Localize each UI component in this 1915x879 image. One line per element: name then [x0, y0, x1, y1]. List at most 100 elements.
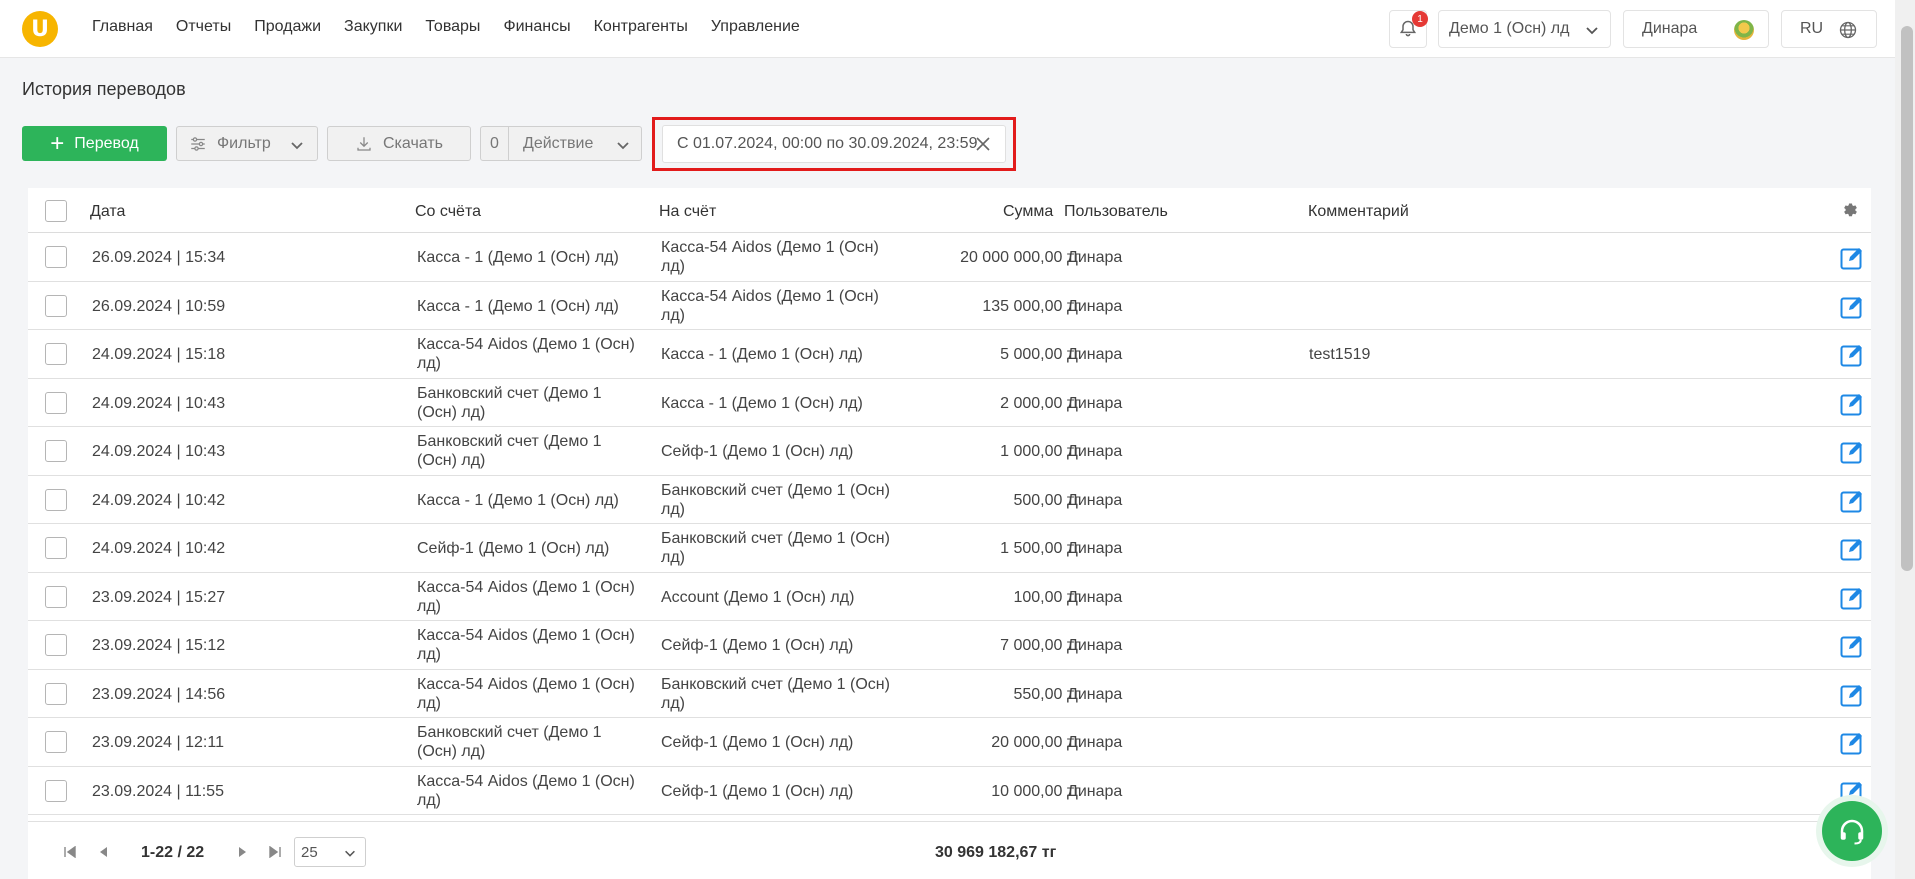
- nav-item-contractors[interactable]: Контрагенты: [594, 18, 688, 36]
- cell-date: 24.09.2024 | 15:18: [92, 346, 226, 363]
- cell-user: Динара: [1067, 443, 1123, 460]
- table-row[interactable]: 23.09.2024 | 11:55 Касса-54 Aidos (Демо 1…: [28, 767, 1871, 815]
- row-checkbox[interactable]: [45, 391, 67, 414]
- logo-letter: U: [31, 16, 49, 42]
- table-row[interactable]: 24.09.2024 | 15:18 Касса-54 Aidos (Демо 1…: [28, 330, 1871, 379]
- edit-icon[interactable]: [1840, 586, 1864, 610]
- last-page-icon[interactable]: [268, 846, 282, 858]
- column-header-from[interactable]: Со счёта: [415, 203, 481, 221]
- edit-icon[interactable]: [1840, 440, 1864, 464]
- logo[interactable]: U: [22, 11, 58, 47]
- cell-from-account: Сейф-1 (Демо 1 (Осн) лд): [417, 540, 610, 557]
- nav-item-home[interactable]: Главная: [92, 18, 153, 36]
- transfers-table: Дата Со счёта На счёт Сумма Пользователь…: [28, 188, 1871, 879]
- row-checkbox[interactable]: [45, 440, 67, 462]
- nav-item-finance[interactable]: Финансы: [503, 18, 570, 36]
- cell-from-account: Касса - 1 (Демо 1 (Осн) лд): [417, 249, 619, 266]
- cell-user: Динара: [1067, 782, 1123, 800]
- company-label: Демо 1 (Осн) лд: [1449, 20, 1570, 37]
- selected-count: 0: [481, 127, 509, 160]
- nav-item-management[interactable]: Управление: [711, 18, 800, 36]
- prev-page-icon[interactable]: [98, 846, 108, 858]
- cell-user: Динара: [1067, 394, 1123, 412]
- cell-user: Динара: [1067, 491, 1123, 509]
- nav-item-products[interactable]: Товары: [425, 18, 480, 36]
- cell-sum: 100,00 тг: [1013, 588, 1080, 606]
- row-checkbox[interactable]: [45, 634, 67, 656]
- cell-sum: 5 000,00 тг: [1000, 346, 1080, 363]
- download-button[interactable]: Скачать: [327, 126, 471, 161]
- table-row[interactable]: 24.09.2024 | 10:43 Банковский счет (Демо …: [28, 427, 1871, 476]
- row-checkbox[interactable]: [45, 537, 67, 559]
- first-page-icon[interactable]: [63, 846, 77, 858]
- filter-button[interactable]: Фильтр: [176, 126, 318, 161]
- date-range-filter[interactable]: С 01.07.2024, 00:00 по 30.09.2024, 23:59: [662, 125, 1006, 163]
- cell-sum: 500,00 тг: [1013, 491, 1080, 509]
- table-row[interactable]: 24.09.2024 | 10:42 Касса - 1 (Демо 1 (Осн…: [28, 476, 1871, 524]
- row-checkbox[interactable]: [45, 682, 67, 705]
- next-page-icon[interactable]: [238, 846, 248, 858]
- edit-icon[interactable]: [1840, 537, 1864, 561]
- cell-sum: 7 000,00 тг: [1000, 637, 1080, 654]
- column-header-date[interactable]: Дата: [90, 203, 125, 221]
- edit-icon[interactable]: [1840, 343, 1864, 367]
- avatar: [1734, 20, 1754, 40]
- user-menu[interactable]: Динара: [1623, 10, 1769, 48]
- cell-date: 23.09.2024 | 14:56: [92, 685, 226, 703]
- company-selector[interactable]: Демо 1 (Осн) лд: [1438, 10, 1611, 48]
- globe-icon: [1839, 21, 1857, 39]
- language-selector[interactable]: RU: [1781, 10, 1877, 48]
- cell-date: 23.09.2024 | 12:11: [92, 734, 224, 751]
- gear-icon[interactable]: [1840, 199, 1858, 217]
- row-checkbox[interactable]: [45, 585, 67, 608]
- scrollbar-thumb[interactable]: [1901, 26, 1913, 571]
- select-all-checkbox[interactable]: [45, 200, 67, 222]
- cell-from-account: Касса-54 Aidos (Демо 1 (Осн) лд): [417, 336, 635, 372]
- edit-icon[interactable]: [1840, 683, 1864, 707]
- table-row[interactable]: 23.09.2024 | 15:27 Касса-54 Aidos (Демо 1…: [28, 573, 1871, 621]
- edit-icon[interactable]: [1840, 780, 1864, 804]
- column-header-to[interactable]: На счёт: [659, 203, 716, 221]
- table-row[interactable]: 26.09.2024 | 15:34 Касса - 1 (Демо 1 (Осн…: [28, 233, 1871, 282]
- add-transfer-label: Перевод: [74, 134, 139, 152]
- action-dropdown[interactable]: 0 Действие: [480, 126, 642, 161]
- row-checkbox[interactable]: [45, 779, 67, 802]
- column-header-user[interactable]: Пользователь: [1064, 203, 1168, 221]
- row-checkbox[interactable]: [45, 731, 67, 753]
- total-sum: 30 969 182,67 тг: [935, 844, 1057, 861]
- page-size-select[interactable]: 25: [294, 837, 366, 867]
- nav-item-sales[interactable]: Продажи: [254, 18, 321, 36]
- edit-icon[interactable]: [1840, 731, 1864, 755]
- download-icon: [357, 136, 371, 151]
- nav-item-purchases[interactable]: Закупки: [344, 18, 402, 36]
- cell-date: 24.09.2024 | 10:43: [92, 443, 226, 460]
- table-row[interactable]: 24.09.2024 | 10:43 Банковский счет (Демо …: [28, 379, 1871, 427]
- notifications-button[interactable]: 1: [1389, 10, 1428, 48]
- table-row[interactable]: 23.09.2024 | 12:11 Банковский счет (Демо …: [28, 718, 1871, 767]
- cell-user: Динара: [1067, 637, 1123, 654]
- cell-date: 23.09.2024 | 11:55: [92, 782, 224, 800]
- close-icon[interactable]: [975, 136, 991, 152]
- column-header-comment[interactable]: Комментарий: [1308, 203, 1409, 221]
- row-checkbox[interactable]: [45, 488, 67, 511]
- column-header-sum[interactable]: Сумма: [1003, 203, 1053, 221]
- edit-icon[interactable]: [1840, 246, 1864, 270]
- row-checkbox[interactable]: [45, 246, 67, 268]
- nav-item-reports[interactable]: Отчеты: [176, 18, 231, 36]
- add-transfer-button[interactable]: + Перевод: [22, 126, 167, 161]
- row-checkbox[interactable]: [45, 294, 67, 317]
- edit-icon[interactable]: [1840, 392, 1864, 416]
- table-row[interactable]: 23.09.2024 | 15:12 Касса-54 Aidos (Демо 1…: [28, 621, 1871, 670]
- table-row[interactable]: 26.09.2024 | 10:59 Касса - 1 (Демо 1 (Осн…: [28, 282, 1871, 330]
- cell-date: 23.09.2024 | 15:27: [92, 588, 226, 606]
- table-header: Дата Со счёта На счёт Сумма Пользователь…: [28, 188, 1871, 233]
- edit-icon[interactable]: [1840, 295, 1864, 319]
- support-chat-button[interactable]: [1822, 801, 1882, 861]
- edit-icon[interactable]: [1840, 489, 1864, 513]
- cell-sum: 20 000 000,00 тг: [960, 249, 1080, 266]
- edit-icon[interactable]: [1840, 634, 1864, 658]
- table-row[interactable]: 24.09.2024 | 10:42 Сейф-1 (Демо 1 (Осн) л…: [28, 524, 1871, 573]
- table-row[interactable]: 23.09.2024 | 14:56 Касса-54 Aidos (Демо 1…: [28, 670, 1871, 718]
- row-checkbox[interactable]: [45, 343, 67, 365]
- cell-sum: 550,00 тг: [1013, 685, 1080, 703]
